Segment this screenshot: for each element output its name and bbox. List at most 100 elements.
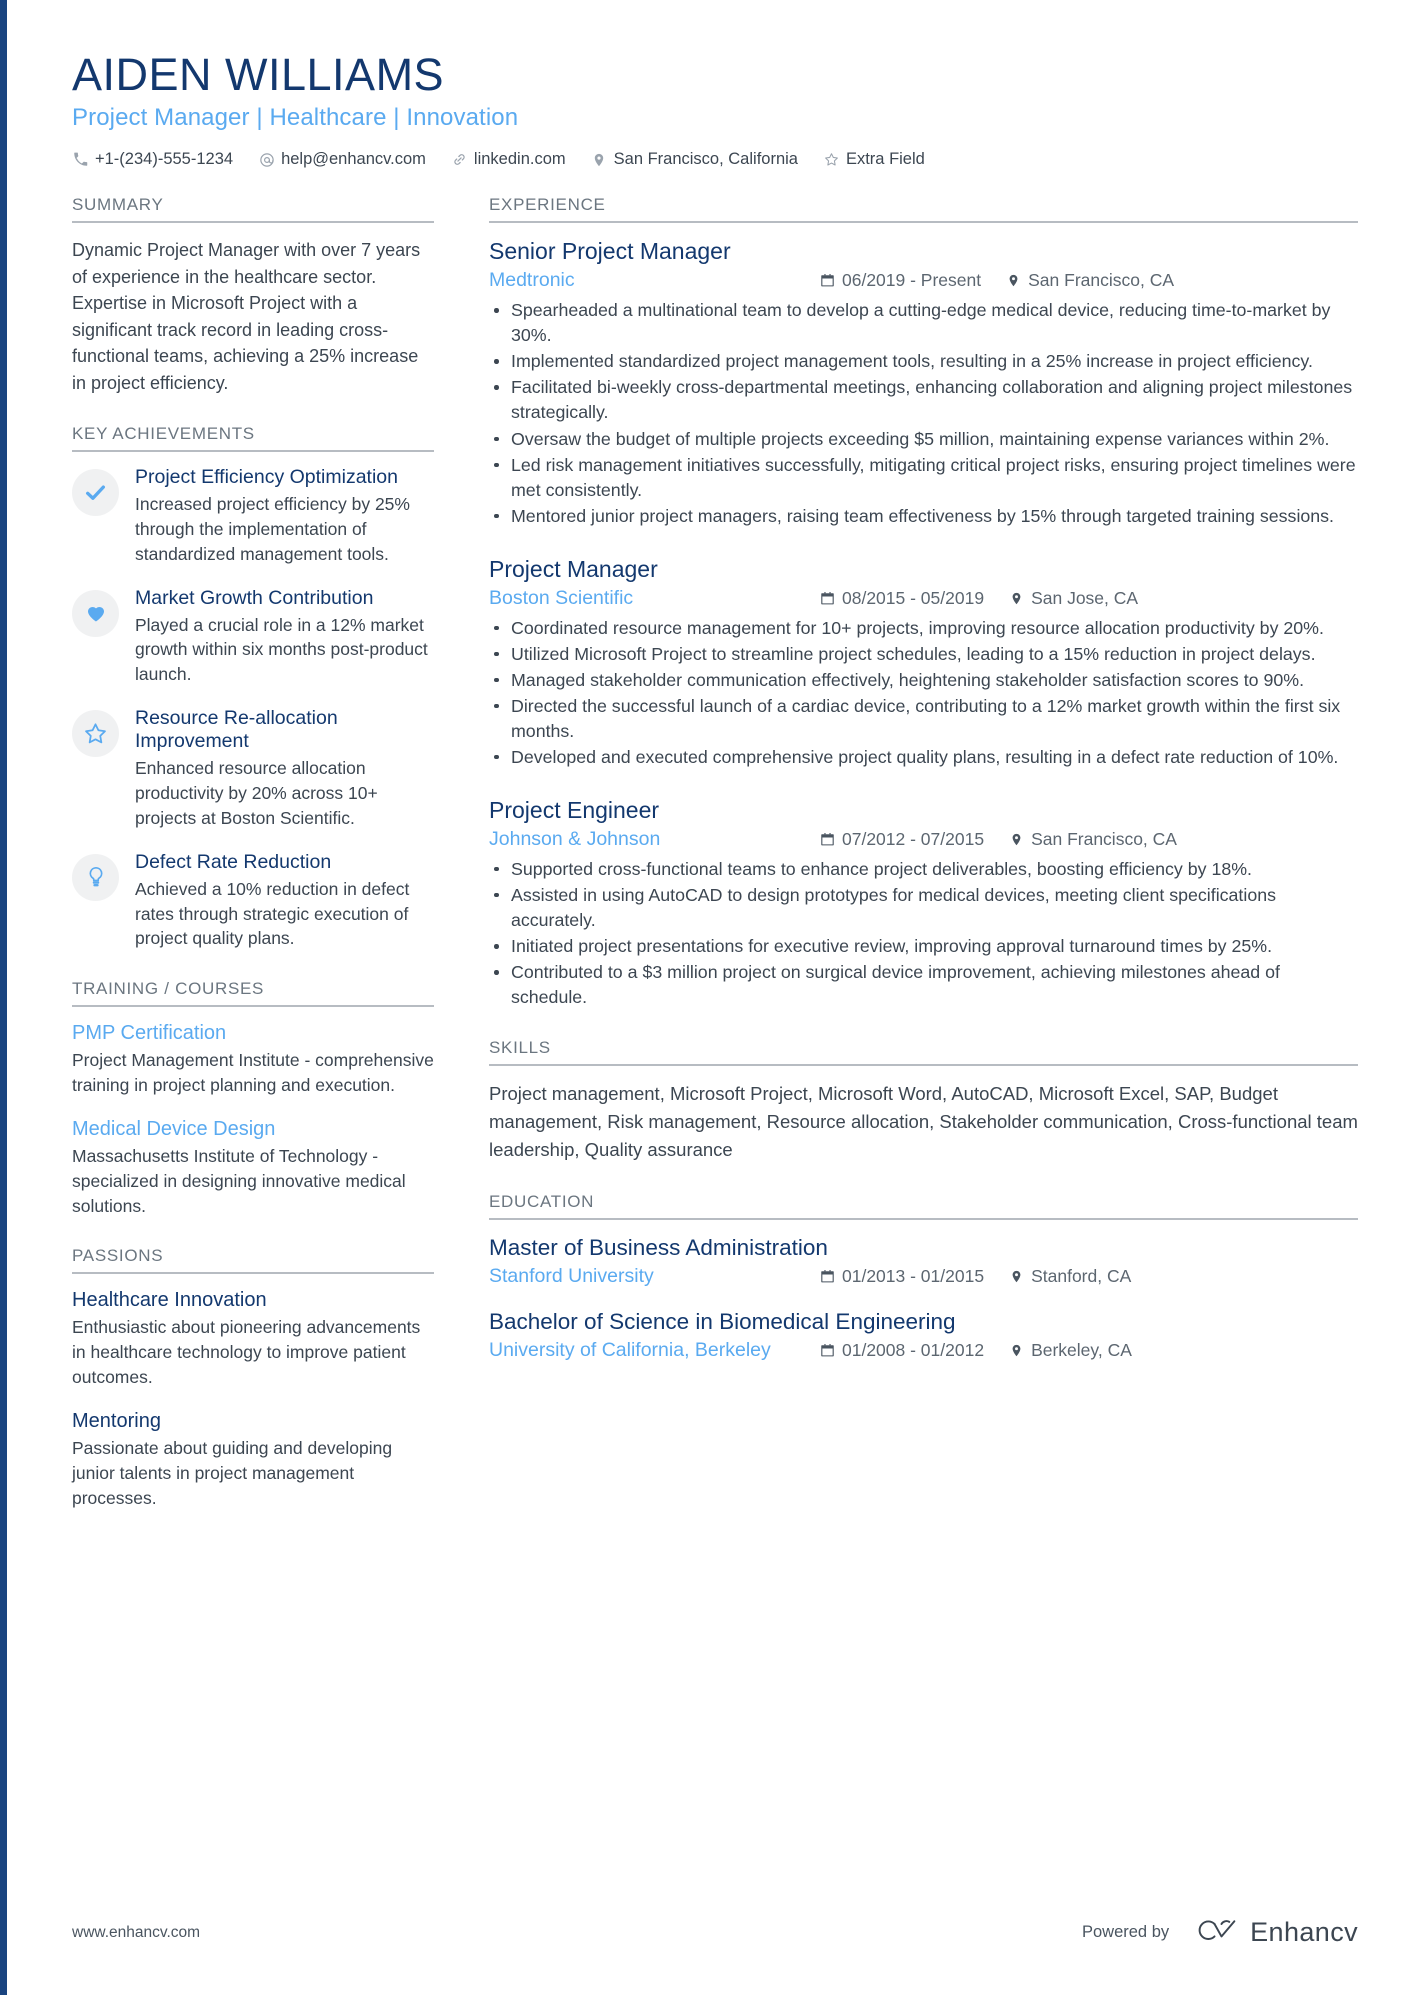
section-training-courses: TRAINING / COURSES PMP Certification Pro… xyxy=(72,979,434,1218)
job-title: Senior Project Manager xyxy=(489,238,731,265)
training-description: Project Management Institute - comprehen… xyxy=(72,1050,434,1096)
contact-phone[interactable]: +1-(234)-555-1234 xyxy=(72,150,233,169)
training-title: PMP Certification xyxy=(72,1022,227,1045)
passion-title: Healthcare Innovation xyxy=(72,1289,267,1312)
passion-title: Mentoring xyxy=(72,1409,161,1432)
passion-item: Mentoring Passionate about guiding and d… xyxy=(72,1409,434,1511)
job-dates: 08/2015 - 05/2019 xyxy=(819,588,984,609)
job-bullet: Assisted in using AutoCAD to design prot… xyxy=(489,883,1358,933)
location-icon xyxy=(1008,1342,1024,1358)
job-bullet: Oversaw the budget of multiple projects … xyxy=(489,427,1358,452)
footer-branding: Powered by Enhancv xyxy=(1082,1916,1358,1949)
experience-entry: Project Manager Boston Scientific 08/201… xyxy=(489,555,1358,770)
training-title: Medical Device Design xyxy=(72,1117,276,1140)
job-location: San Francisco, CA xyxy=(1005,270,1174,291)
education-degree: Master of Business Administration xyxy=(489,1234,828,1260)
job-bullet: Mentored junior project managers, raisin… xyxy=(489,504,1358,529)
left-accent-bar xyxy=(0,0,7,1995)
education-dates: 01/2008 - 01/2012 xyxy=(819,1340,984,1361)
powered-by-label: Powered by xyxy=(1081,1923,1170,1941)
job-bullet: Utilized Microsoft Project to streamline… xyxy=(489,642,1358,667)
achievement-badge xyxy=(72,589,119,637)
section-title-training-courses: TRAINING / COURSES xyxy=(72,979,434,1008)
education-school: University of California, Berkeley xyxy=(489,1338,771,1361)
location-icon xyxy=(1008,590,1024,606)
contact-link-text: linkedin.com xyxy=(473,150,566,169)
job-location: San Jose, CA xyxy=(1008,588,1138,609)
section-title-education: EDUCATION xyxy=(489,1192,1358,1220)
job-bullets: Supported cross-functional teams to enha… xyxy=(489,857,1358,1010)
enhancv-wordmark: Enhancv xyxy=(1250,1917,1358,1947)
achievement-item: Project Efficiency Optimization Increase… xyxy=(72,466,434,567)
main-column: EXPERIENCE Senior Project Manager Medtro… xyxy=(472,195,1358,1389)
sidebar-column: SUMMARY Dynamic Project Manager with ove… xyxy=(72,195,472,1538)
achievement-description: Increased project efficiency by 25% thro… xyxy=(135,494,410,564)
job-bullet: Led risk management initiatives successf… xyxy=(489,453,1358,503)
job-bullets: Coordinated resource management for 10+ … xyxy=(489,616,1358,770)
achievement-title: Resource Re-allocation Improvement xyxy=(135,707,338,753)
contact-email[interactable]: help@enhancv.com xyxy=(258,150,426,169)
job-bullet: Developed and executed comprehensive pro… xyxy=(489,745,1358,770)
section-experience: EXPERIENCE Senior Project Manager Medtro… xyxy=(489,195,1358,1010)
contact-location-text: San Francisco, California xyxy=(613,150,798,169)
contact-location[interactable]: San Francisco, California xyxy=(591,150,798,169)
section-education: EDUCATION Master of Business Administrat… xyxy=(489,1192,1358,1362)
location-icon xyxy=(1008,831,1024,847)
job-location: San Francisco, CA xyxy=(1008,829,1177,850)
location-icon xyxy=(1008,1268,1024,1284)
passion-description: Enthusiastic about pioneering advancemen… xyxy=(72,1317,421,1388)
education-meta: University of California, Berkeley 01/20… xyxy=(489,1339,1358,1362)
skills-text: Project management, Microsoft Project, M… xyxy=(489,1083,1358,1160)
achievement-description: Enhanced resource allocation productivit… xyxy=(135,758,378,828)
resume-header: AIDEN WILLIAMS Project Manager | Healthc… xyxy=(72,49,1358,169)
contact-extra-field[interactable]: Extra Field xyxy=(823,150,925,169)
passion-description: Passionate about guiding and developing … xyxy=(72,1437,393,1508)
achievement-item: Market Growth Contribution Played a cruc… xyxy=(72,587,434,688)
training-item: PMP Certification Project Management Ins… xyxy=(72,1021,434,1098)
section-title-skills: SKILLS xyxy=(489,1038,1358,1067)
calendar-icon xyxy=(819,831,835,847)
enhancv-logo[interactable]: Enhancv xyxy=(1191,1916,1358,1949)
resume-body: SUMMARY Dynamic Project Manager with ove… xyxy=(72,195,1358,1538)
achievement-item: Defect Rate Reduction Achieved a 10% red… xyxy=(72,851,434,952)
education-location: Berkeley, CA xyxy=(1008,1340,1132,1361)
contact-row: +1-(234)-555-1234 help@enhancv.com linke… xyxy=(72,150,1358,169)
resume-page: AIDEN WILLIAMS Project Manager | Healthc… xyxy=(0,0,1410,1995)
footer-url[interactable]: www.enhancv.com xyxy=(72,1924,200,1942)
page-title: AIDEN WILLIAMS xyxy=(72,49,445,100)
education-dates: 01/2013 - 01/2015 xyxy=(819,1266,984,1287)
section-title-summary: SUMMARY xyxy=(72,195,434,224)
education-location-text: Berkeley, CA xyxy=(1031,1339,1132,1360)
job-bullet: Initiated project presentations for exec… xyxy=(489,934,1358,959)
job-dates-text: 07/2012 - 07/2015 xyxy=(842,828,985,849)
achievement-title: Defect Rate Reduction xyxy=(135,850,332,873)
education-entry: Master of Business Administration Stanfo… xyxy=(489,1234,1358,1288)
job-bullets: Spearheaded a multinational team to deve… xyxy=(489,298,1358,529)
education-location-text: Stanford, CA xyxy=(1031,1265,1132,1286)
link-icon xyxy=(451,151,468,168)
section-summary: SUMMARY Dynamic Project Manager with ove… xyxy=(72,195,434,396)
experience-entry: Project Engineer Johnson & Johnson 07/20… xyxy=(489,796,1358,1010)
section-title-experience: EXPERIENCE xyxy=(489,195,1358,224)
education-location: Stanford, CA xyxy=(1008,1266,1131,1287)
lightbulb-icon xyxy=(84,865,108,889)
achievement-title: Project Efficiency Optimization xyxy=(135,466,398,489)
achievement-description: Played a crucial role in a 12% market gr… xyxy=(135,614,428,685)
check-icon xyxy=(83,480,108,505)
phone-icon xyxy=(72,151,89,168)
training-item: Medical Device Design Massachusetts Inst… xyxy=(72,1117,434,1219)
calendar-icon xyxy=(819,1268,835,1284)
enhancv-mark-icon xyxy=(1191,1916,1239,1949)
star-icon xyxy=(823,151,840,168)
achievement-badge xyxy=(72,710,119,758)
job-bullet: Supported cross-functional teams to enha… xyxy=(489,857,1358,882)
training-description: Massachusetts Institute of Technology - … xyxy=(72,1145,406,1216)
contact-link[interactable]: linkedin.com xyxy=(451,150,566,169)
achievement-title: Market Growth Contribution xyxy=(135,586,374,609)
job-bullet: Facilitated bi-weekly cross-departmental… xyxy=(489,375,1358,425)
education-degree: Bachelor of Science in Biomedical Engine… xyxy=(489,1308,956,1334)
achievement-badge xyxy=(72,853,119,901)
location-icon xyxy=(591,151,608,168)
section-title-passions: PASSIONS xyxy=(72,1246,434,1275)
contact-phone-text: +1-(234)-555-1234 xyxy=(95,150,234,169)
